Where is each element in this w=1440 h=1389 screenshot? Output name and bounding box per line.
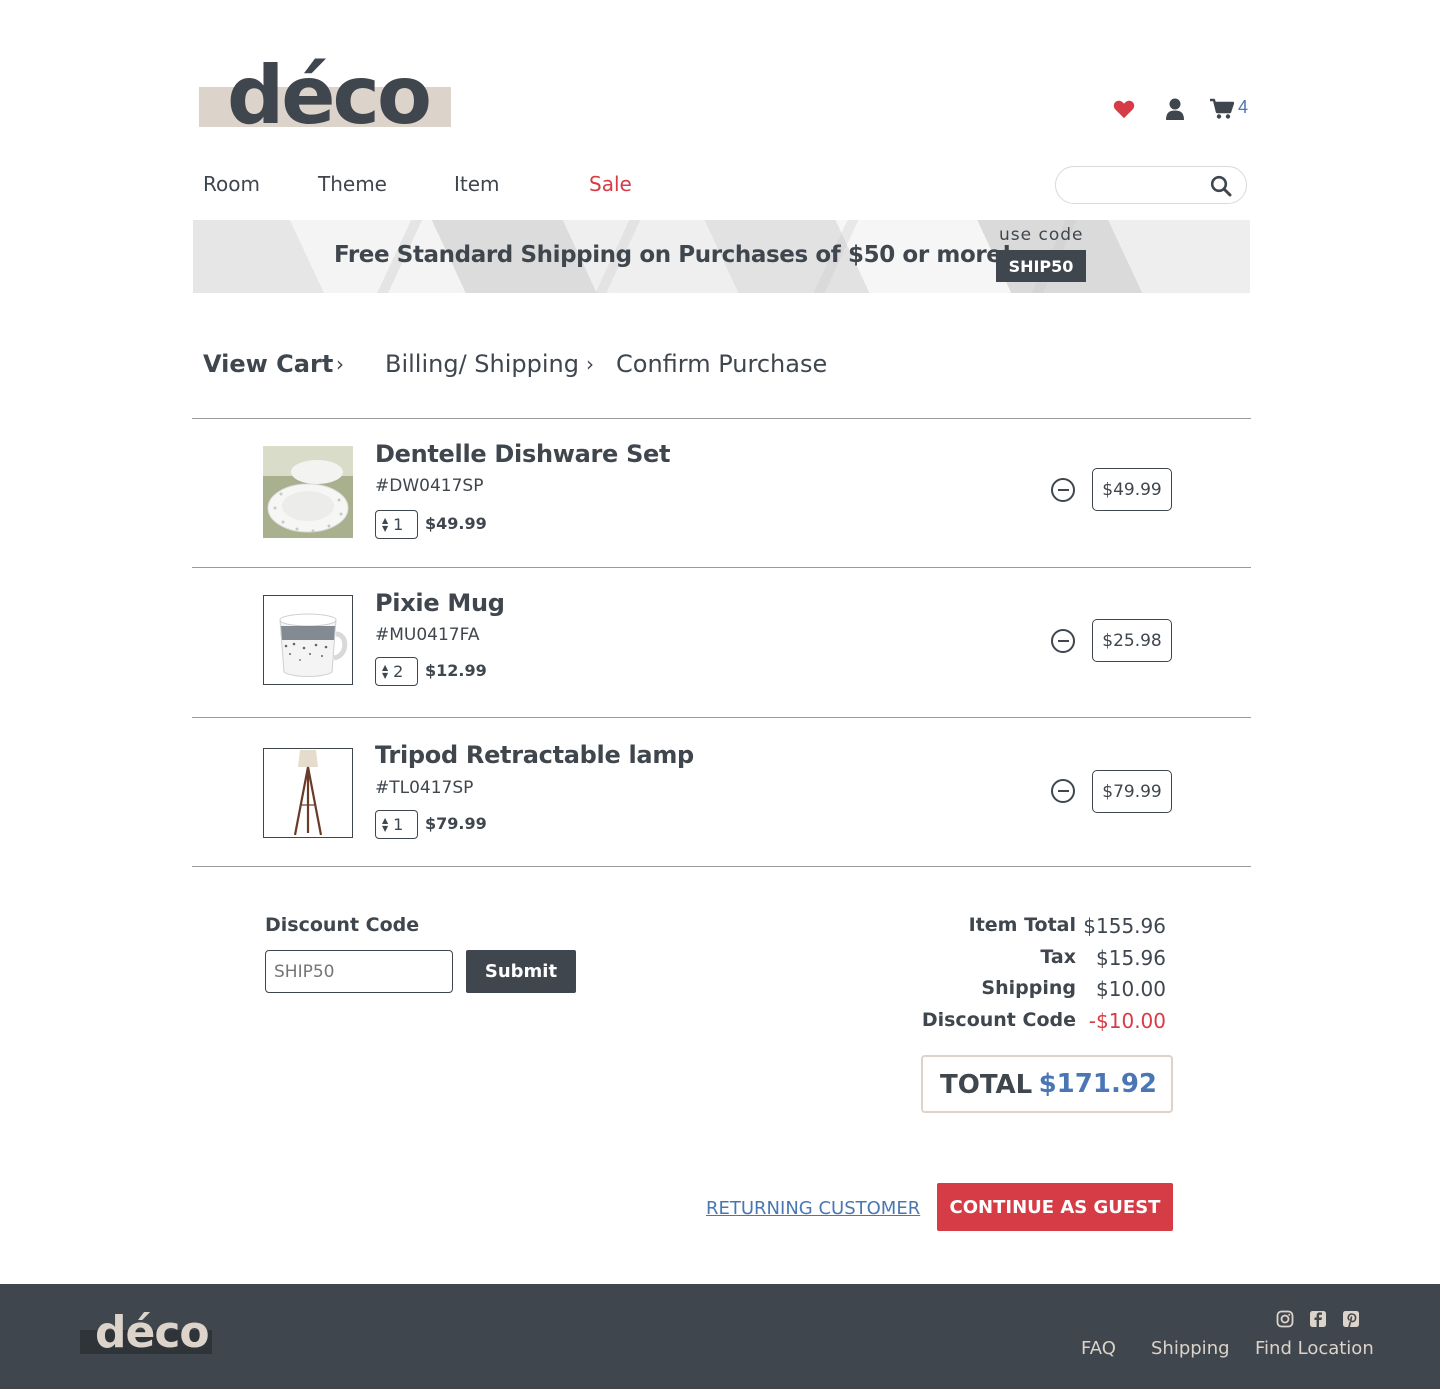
breadcrumb-separator: › (336, 352, 344, 376)
summary-label: Shipping (981, 977, 1076, 999)
search-icon[interactable] (1210, 175, 1232, 197)
quantity-value: 1 (393, 815, 404, 834)
quantity-value: 2 (393, 662, 404, 681)
discount-code-input[interactable] (265, 950, 453, 993)
quantity-stepper[interactable]: ▲ ▼ 2 (375, 657, 418, 686)
lamp-image[interactable] (263, 748, 353, 838)
discount-code-label: Discount Code (265, 914, 420, 936)
submit-button[interactable]: Submit (466, 950, 576, 993)
unit-price: $49.99 (425, 514, 487, 533)
item-name[interactable]: Tripod Retractable lamp (375, 741, 694, 769)
summary-value: $10.00 (1096, 977, 1166, 1001)
quantity-value: 1 (393, 515, 404, 534)
divider (192, 567, 1251, 568)
search-input[interactable] (1070, 173, 1210, 197)
remove-item-icon[interactable] (1051, 629, 1075, 653)
footer-logo[interactable]: déco (80, 1307, 212, 1360)
summary-label: Item Total (968, 914, 1076, 936)
mug-image[interactable] (263, 595, 353, 685)
line-total: $49.99 (1092, 468, 1172, 511)
nav-theme[interactable]: Theme (318, 172, 387, 196)
footer-link-find-location[interactable]: Find Location (1255, 1338, 1374, 1359)
footer-logo-text: déco (95, 1307, 210, 1358)
returning-customer-link[interactable]: RETURNING CUSTOMER (706, 1198, 920, 1219)
nav-item[interactable]: Item (454, 172, 500, 196)
pinterest-icon[interactable] (1342, 1310, 1360, 1328)
promo-code-badge: SHIP50 (996, 250, 1086, 282)
remove-item-icon[interactable] (1051, 478, 1075, 502)
dishware-image[interactable] (263, 446, 353, 538)
remove-item-icon[interactable] (1051, 779, 1075, 803)
unit-price: $12.99 (425, 661, 487, 680)
search-box[interactable] (1055, 166, 1247, 204)
divider (192, 418, 1251, 419)
item-sku: #DW0417SP (375, 476, 484, 496)
step-confirm-purchase[interactable]: Confirm Purchase (616, 350, 827, 378)
total-label: TOTAL (940, 1070, 1033, 1100)
order-total-box: TOTAL $171.92 (921, 1055, 1173, 1113)
summary-label: Tax (1040, 946, 1076, 968)
footer: déco FAQ Shipping Find Location (0, 1284, 1440, 1389)
breadcrumb-separator: › (586, 352, 594, 376)
stepper-arrows-icon[interactable]: ▲ ▼ (382, 663, 388, 680)
user-icon[interactable] (1162, 96, 1188, 122)
step-billing-shipping[interactable]: Billing/ Shipping (385, 350, 579, 378)
step-view-cart[interactable]: View Cart (203, 350, 333, 378)
line-total: $25.98 (1092, 619, 1172, 662)
divider (192, 866, 1251, 867)
promo-banner: Free Standard Shipping on Purchases of $… (193, 220, 1250, 293)
stepper-arrows-icon[interactable]: ▲ ▼ (382, 816, 388, 833)
line-total: $79.99 (1092, 770, 1172, 813)
summary-label: Discount Code (921, 1009, 1076, 1031)
continue-as-guest-button[interactable]: CONTINUE AS GUEST (937, 1183, 1173, 1231)
summary-value: $15.96 (1096, 946, 1166, 970)
item-name[interactable]: Dentelle Dishware Set (375, 440, 671, 468)
facebook-icon[interactable] (1309, 1310, 1327, 1328)
heart-icon[interactable] (1111, 96, 1137, 122)
promo-message: Free Standard Shipping on Purchases of $… (334, 242, 1012, 268)
divider (192, 717, 1251, 718)
total-value: $171.92 (1038, 1069, 1157, 1099)
cart-count-badge[interactable]: 4 (1238, 97, 1248, 118)
logo-text: déco (227, 49, 432, 142)
item-sku: #MU0417FA (375, 625, 480, 645)
item-name[interactable]: Pixie Mug (375, 589, 505, 617)
quantity-stepper[interactable]: ▲ ▼ 1 (375, 510, 418, 539)
quantity-stepper[interactable]: ▲ ▼ 1 (375, 810, 418, 839)
nav-sale[interactable]: Sale (589, 172, 632, 196)
summary-value: $155.96 (1083, 914, 1166, 938)
site-logo[interactable]: déco (199, 54, 451, 138)
item-sku: #TL0417SP (375, 778, 474, 798)
footer-link-shipping[interactable]: Shipping (1151, 1338, 1230, 1359)
instagram-icon[interactable] (1276, 1310, 1294, 1328)
unit-price: $79.99 (425, 814, 487, 833)
nav-room[interactable]: Room (203, 172, 260, 196)
promo-use-code-label: use code (999, 225, 1084, 245)
footer-link-faq[interactable]: FAQ (1081, 1338, 1116, 1359)
summary-value: -$10.00 (1088, 1009, 1166, 1033)
stepper-arrows-icon[interactable]: ▲ ▼ (382, 516, 388, 533)
cart-icon[interactable] (1209, 96, 1235, 122)
